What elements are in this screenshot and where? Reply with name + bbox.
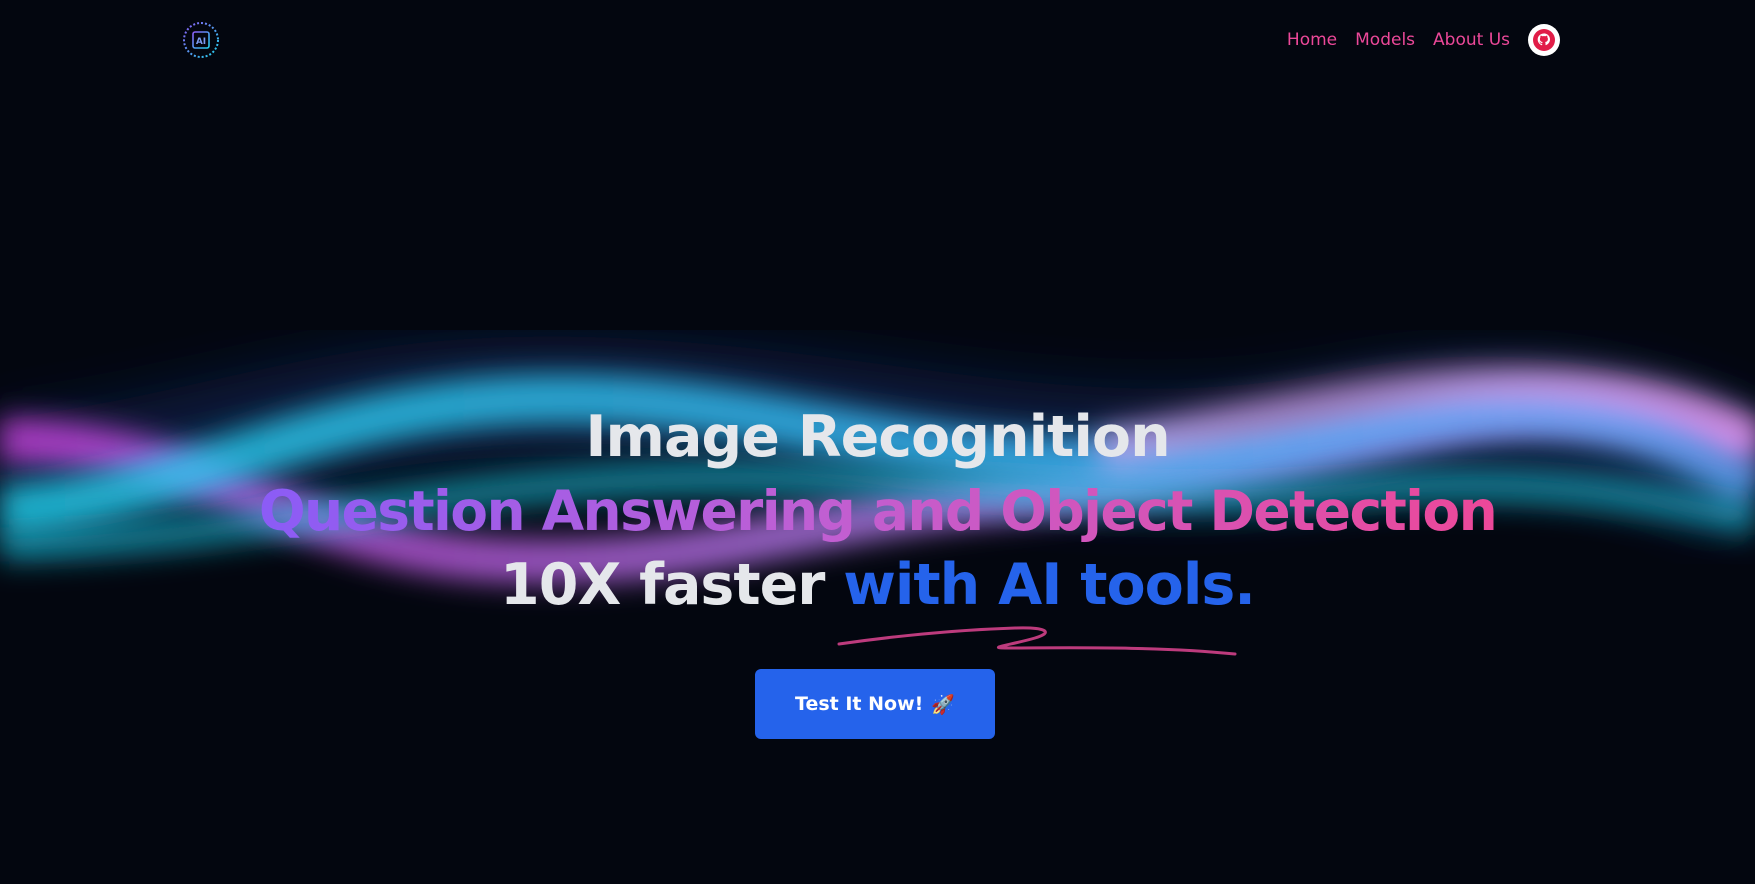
- rocket-icon: 🚀: [931, 693, 955, 716]
- nav-models-link[interactable]: Models: [1355, 25, 1415, 55]
- hero-title-line-1: Image Recognition: [585, 404, 1170, 470]
- nav-home-link[interactable]: Home: [1287, 25, 1337, 55]
- svg-text:AI: AI: [196, 37, 206, 47]
- cta-label: Test It Now!: [795, 693, 924, 715]
- test-it-now-button[interactable]: Test It Now! 🚀: [755, 669, 995, 739]
- landing-page: AI Home Models About Us Image Recognitio…: [0, 0, 1755, 884]
- ai-chip-logo-icon[interactable]: AI: [180, 19, 222, 61]
- hero-line-3-prefix: 10X faster: [500, 552, 844, 618]
- hero-line-3-accent: with AI tools.: [843, 552, 1256, 618]
- github-icon: [1533, 29, 1555, 51]
- nav-about-us-link[interactable]: About Us: [1433, 25, 1510, 55]
- underline-squiggle: [837, 626, 1237, 656]
- hero-title-line-2: Question Answering and Object Detection: [259, 474, 1498, 548]
- main-nav: Home Models About Us: [1287, 24, 1560, 56]
- hero-section: Image Recognition Question Answering and…: [0, 400, 1755, 622]
- hero-title-line-3: 10X faster with AI tools.: [500, 548, 1256, 622]
- github-button[interactable]: [1528, 24, 1560, 56]
